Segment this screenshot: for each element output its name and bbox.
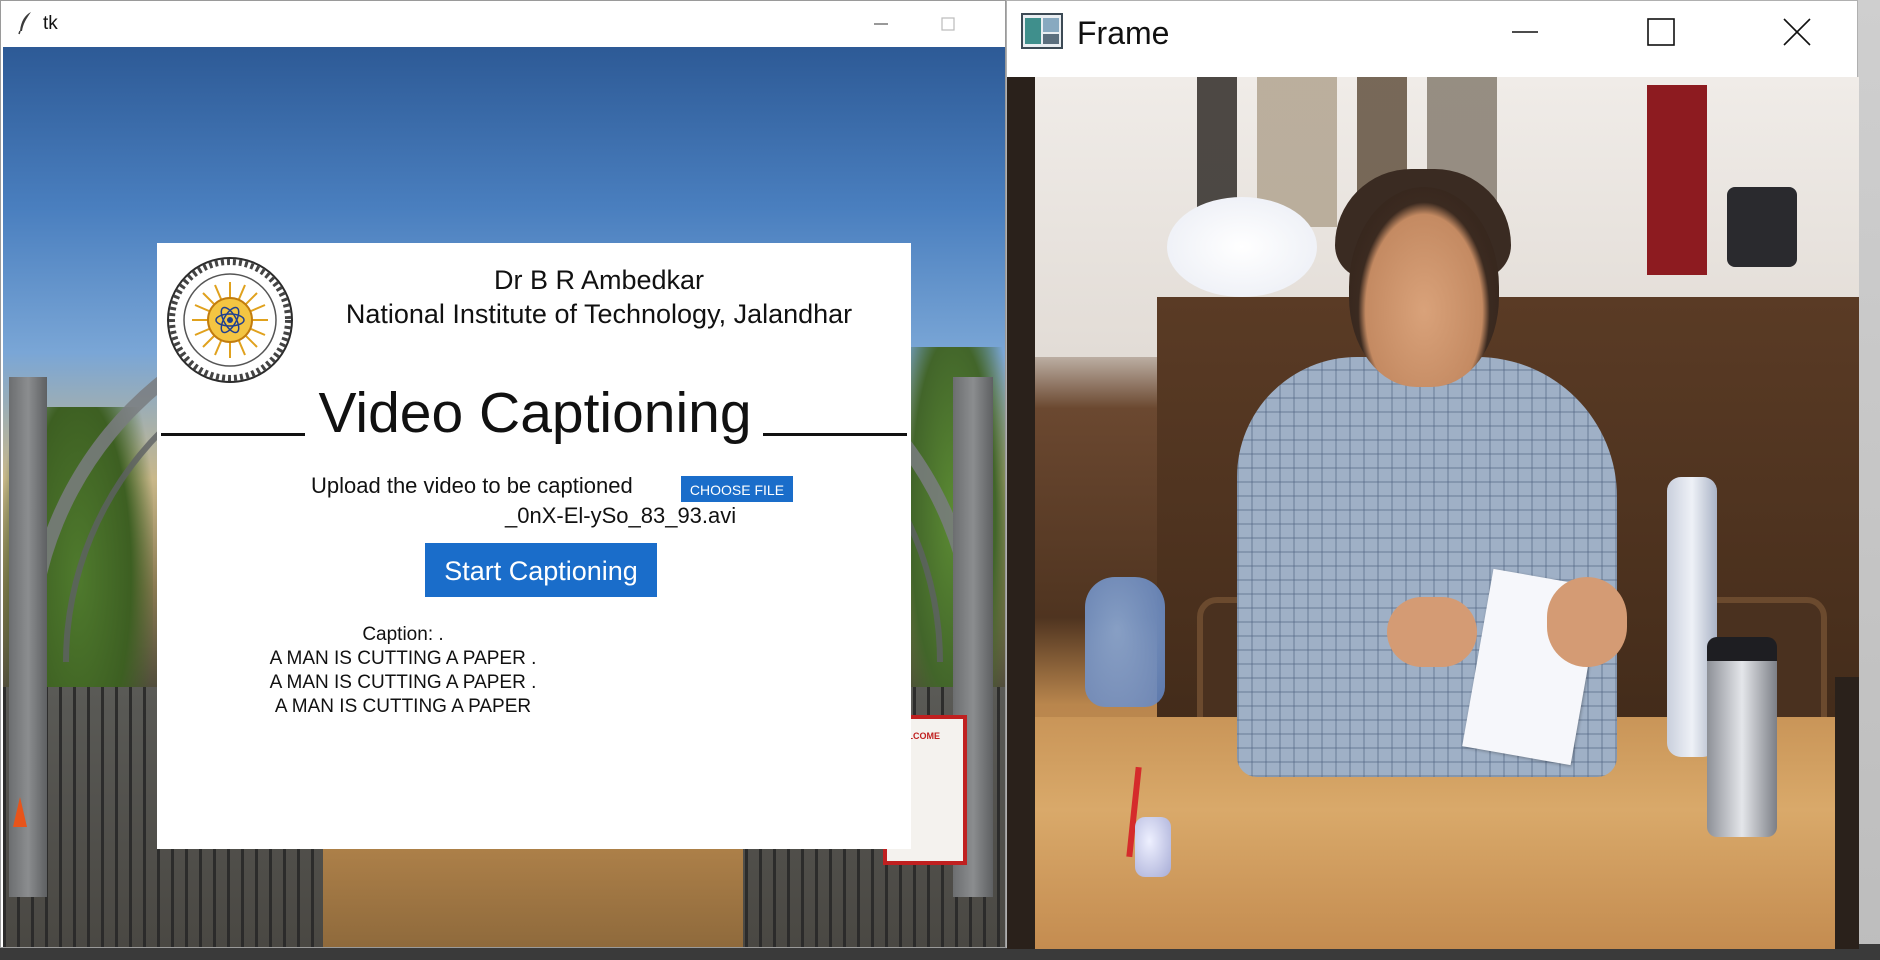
maximize-icon [1647, 18, 1675, 46]
institute-logo [167, 257, 293, 383]
video-frame [1007, 77, 1859, 949]
frame-window-title: Frame [1077, 15, 1170, 51]
institute-name-line1: Dr B R Ambedkar [493, 265, 705, 295]
title-underline-left [161, 433, 305, 436]
video-left-edge [1007, 77, 1035, 949]
maximize-button[interactable] [928, 9, 968, 39]
app-title-row: Video Captioning [157, 381, 911, 445]
start-captioning-button[interactable]: Start Captioning [425, 543, 657, 597]
video-paper-bow [1167, 197, 1317, 297]
video-travel-mug [1707, 637, 1777, 837]
bg-traffic-cone [13, 797, 27, 827]
main-panel: Dr B R Ambedkar National Institute of Te… [157, 243, 911, 849]
video-small-bottle [1135, 817, 1171, 877]
caption-line: A MAN IS CUTTING A PAPER . [269, 672, 537, 693]
tk-window: tk WELCOME Dr B R Ambedkar National Inst… [0, 0, 1006, 948]
upload-label: Upload the video to be captioned [311, 473, 633, 498]
caption-line: A MAN IS CUTTING A PAPER [274, 696, 532, 717]
caption-line: A MAN IS CUTTING A PAPER . [269, 648, 537, 669]
minimize-icon [874, 23, 888, 25]
title-underline-right [763, 433, 907, 436]
frame-maximize-button[interactable] [1631, 9, 1691, 55]
institute-name-line2: National Institute of Technology, Jaland… [345, 299, 853, 329]
minimize-button[interactable] [861, 9, 901, 39]
video-right-edge [1835, 677, 1859, 949]
tk-title-bar[interactable]: tk [1, 1, 1005, 47]
frame-close-button[interactable] [1767, 9, 1827, 55]
frame-window: Frame [1006, 0, 1859, 949]
app-title: Video Captioning [318, 381, 752, 445]
selected-file-name: _0nX-El-ySo_83_93.avi [505, 503, 737, 528]
video-person-hand [1387, 597, 1477, 667]
frame-title-bar[interactable]: Frame [1007, 1, 1857, 77]
frame-minimize-button[interactable] [1495, 9, 1555, 55]
video-red-box [1647, 85, 1707, 275]
video-clock [1727, 187, 1797, 267]
background-photo: WELCOME Dr B R Ambedkar National Institu… [3, 47, 1005, 947]
video-water-jug [1085, 577, 1165, 707]
minimize-icon [1512, 31, 1538, 33]
caption-output: Caption: . A MAN IS CUTTING A PAPER . A … [253, 623, 553, 719]
video-person-head [1349, 187, 1499, 387]
caption-line: Caption: . [362, 624, 444, 645]
image-window-icon [1021, 13, 1063, 49]
tk-window-title: tk [43, 13, 58, 34]
video-person-hand [1547, 577, 1627, 667]
choose-file-button[interactable]: CHOOSE FILE [681, 476, 793, 502]
feather-icon [17, 11, 35, 35]
close-icon [1783, 18, 1811, 46]
maximize-icon [941, 17, 955, 31]
